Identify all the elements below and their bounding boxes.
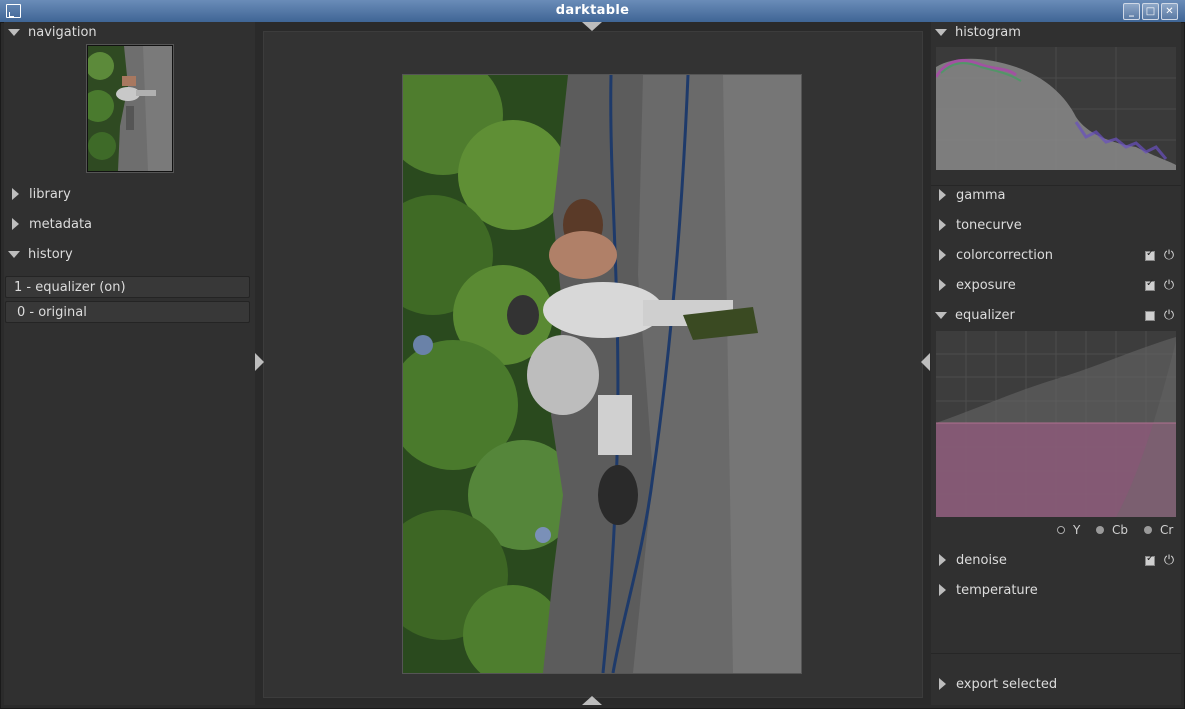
window-title: darktable: [555, 3, 630, 18]
power-icon[interactable]: ⏻: [1162, 309, 1176, 323]
close-button[interactable]: ✕: [1161, 3, 1178, 20]
collapsed-arrow-icon: [939, 678, 946, 690]
history-item-0[interactable]: 0 - original: [5, 301, 250, 323]
library-expander[interactable]: library: [10, 184, 71, 204]
power-icon[interactable]: ⏻: [1162, 554, 1176, 568]
equalizer-curve: [936, 331, 1176, 517]
module-label: gamma: [956, 187, 1006, 203]
expanded-arrow-icon: [935, 28, 947, 36]
collapsed-arrow-icon: [939, 584, 946, 596]
left-panel: navigation library metadata history 1 - …: [4, 22, 255, 705]
history-expander[interactable]: history: [8, 244, 73, 264]
export-selected-label: export selected: [956, 676, 1058, 692]
expanded-arrow-icon: [8, 250, 20, 258]
module-label: temperature: [956, 582, 1038, 598]
radio-icon: [1096, 526, 1104, 534]
navigation-thumbnail[interactable]: [86, 44, 174, 173]
collapsed-arrow-icon: [939, 249, 946, 261]
exposure-enable-checkbox[interactable]: [1145, 278, 1155, 291]
module-equalizer[interactable]: equalizer: [935, 305, 1015, 325]
history-item-label: 1 - equalizer (on): [14, 280, 126, 295]
module-label: denoise: [956, 552, 1007, 568]
top-panel-toggle[interactable]: [582, 22, 602, 31]
channel-radio-y[interactable]: Y: [1057, 523, 1080, 537]
title-bar: darktable _ □ ✕: [0, 0, 1185, 22]
module-colorcorrection[interactable]: colorcorrection: [937, 245, 1053, 265]
collapsed-arrow-icon: [939, 189, 946, 201]
metadata-label: metadata: [29, 216, 93, 232]
channel-label: Y: [1073, 523, 1081, 537]
denoise-enable-checkbox[interactable]: [1145, 553, 1155, 566]
equalizer-graph[interactable]: [936, 331, 1176, 517]
thumbnail-image: [88, 46, 172, 171]
collapsed-arrow-icon: [939, 554, 946, 566]
photo-image: [403, 75, 801, 673]
channel-label: Cr: [1160, 523, 1174, 537]
power-icon[interactable]: ⏻: [1162, 279, 1176, 293]
navigation-label: navigation: [28, 24, 97, 40]
histogram-plot: [936, 47, 1176, 170]
history-item-1[interactable]: 1 - equalizer (on): [5, 276, 250, 298]
module-denoise[interactable]: denoise: [937, 550, 1007, 570]
radio-selected-icon: [1057, 526, 1065, 534]
channel-label: Cb: [1112, 523, 1128, 537]
center-view: [255, 22, 931, 705]
histogram-expander[interactable]: histogram: [935, 22, 1021, 42]
divider: [931, 653, 1181, 654]
module-label: colorcorrection: [956, 247, 1054, 263]
power-icon[interactable]: ⏻: [1162, 249, 1176, 263]
histogram-label: histogram: [955, 24, 1021, 40]
right-panel-toggle[interactable]: [921, 353, 930, 371]
equalizer-enable-checkbox[interactable]: [1145, 311, 1155, 321]
collapsed-arrow-icon: [939, 219, 946, 231]
module-label: equalizer: [955, 307, 1015, 323]
main-photo[interactable]: [402, 74, 802, 674]
collapsed-arrow-icon: [12, 188, 19, 200]
left-panel-toggle[interactable]: [255, 353, 264, 371]
collapsed-arrow-icon: [12, 218, 19, 230]
history-item-label: 0 - original: [17, 305, 87, 320]
module-tonecurve[interactable]: tonecurve: [937, 215, 1022, 235]
expanded-arrow-icon: [935, 311, 947, 319]
maximize-button[interactable]: □: [1142, 3, 1159, 20]
module-label: tonecurve: [956, 217, 1022, 233]
bottom-panel-toggle[interactable]: [582, 696, 602, 705]
export-selected-expander[interactable]: export selected: [937, 674, 1057, 694]
module-label: exposure: [956, 277, 1016, 293]
right-panel: histogram gamma tonecurve colorcorrectio…: [931, 22, 1181, 705]
minimize-button[interactable]: _: [1123, 3, 1140, 20]
radio-icon: [1144, 526, 1152, 534]
collapsed-arrow-icon: [939, 279, 946, 291]
module-exposure[interactable]: exposure: [937, 275, 1016, 295]
channel-radio-cb[interactable]: Cb: [1096, 523, 1128, 537]
library-label: library: [29, 186, 71, 202]
module-gamma[interactable]: gamma: [937, 185, 1006, 205]
navigation-expander[interactable]: navigation: [8, 22, 97, 42]
image-canvas[interactable]: [263, 31, 923, 698]
histogram-graph: [936, 47, 1176, 170]
channel-radio-cr[interactable]: Cr: [1144, 523, 1173, 537]
history-label: history: [28, 246, 73, 262]
colorcorrection-enable-checkbox[interactable]: [1145, 248, 1155, 261]
expanded-arrow-icon: [8, 28, 20, 36]
module-temperature[interactable]: temperature: [937, 580, 1038, 600]
metadata-expander[interactable]: metadata: [10, 214, 92, 234]
